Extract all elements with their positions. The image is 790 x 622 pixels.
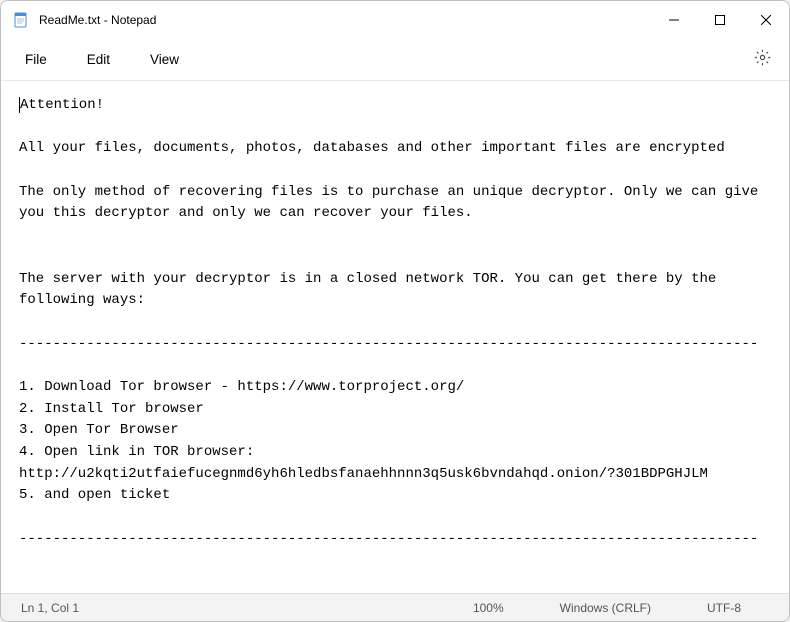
minimize-button[interactable] bbox=[651, 1, 697, 39]
minimize-icon bbox=[669, 13, 679, 28]
settings-button[interactable] bbox=[744, 43, 781, 77]
close-icon bbox=[761, 13, 771, 28]
notepad-icon bbox=[13, 12, 29, 28]
status-zoom: 100% bbox=[445, 601, 532, 615]
close-button[interactable] bbox=[743, 1, 789, 39]
notepad-window: ReadMe.txt - Notepad File Edit View bbox=[0, 0, 790, 622]
menu-view[interactable]: View bbox=[134, 46, 195, 73]
titlebar: ReadMe.txt - Notepad bbox=[1, 1, 789, 39]
text-editor[interactable]: Attention! All your files, documents, ph… bbox=[1, 81, 789, 593]
window-controls bbox=[651, 1, 789, 39]
document-text: Attention! All your files, documents, ph… bbox=[19, 97, 767, 593]
maximize-icon bbox=[715, 13, 725, 28]
gear-icon bbox=[754, 53, 771, 70]
maximize-button[interactable] bbox=[697, 1, 743, 39]
status-position: Ln 1, Col 1 bbox=[21, 601, 445, 615]
status-encoding: UTF-8 bbox=[679, 601, 769, 615]
window-title: ReadMe.txt - Notepad bbox=[39, 13, 651, 27]
menu-edit[interactable]: Edit bbox=[71, 46, 126, 73]
menu-file[interactable]: File bbox=[9, 46, 63, 73]
statusbar: Ln 1, Col 1 100% Windows (CRLF) UTF-8 bbox=[1, 593, 789, 621]
menubar: File Edit View bbox=[1, 39, 789, 81]
status-line-ending: Windows (CRLF) bbox=[532, 601, 679, 615]
